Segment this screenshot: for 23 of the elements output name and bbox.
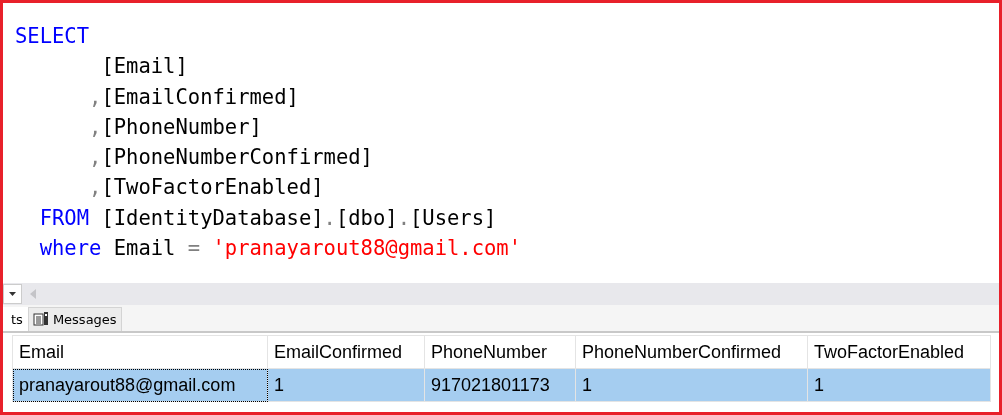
table-cell[interactable]: 1 — [807, 368, 991, 402]
table-cell[interactable]: 1 — [267, 368, 425, 402]
table-cell[interactable]: pranayarout88@gmail.com — [12, 368, 268, 402]
caret-icon — [9, 292, 16, 296]
results-tab[interactable]: Messages — [27, 306, 122, 331]
code-line: FROM [IdentityDatabase].[dbo].[Users] — [38, 204, 498, 232]
results-tab[interactable]: ts — [3, 306, 28, 331]
column-header: PhoneNumber — [424, 335, 576, 369]
code-line: SELECT — [15, 23, 91, 50]
dropdown-button[interactable] — [3, 284, 22, 304]
table-cell[interactable]: 1 — [575, 368, 808, 402]
code-line: [Email] — [100, 53, 189, 81]
code-line: ,[PhoneNumber] — [88, 113, 263, 141]
column-header: Email — [12, 335, 268, 369]
column-header: PhoneNumberConfirmed — [575, 335, 808, 369]
code-line: ,[EmailConfirmed] — [88, 83, 300, 111]
code-line: ,[TwoFactorEnabled] — [88, 174, 325, 202]
column-header: EmailConfirmed — [267, 335, 425, 369]
code-line: where Email = 'pranayarout88@gmail.com' — [38, 235, 523, 263]
document-icon — [32, 312, 49, 327]
column-header: TwoFactorEnabled — [807, 335, 991, 369]
table-cell[interactable]: 917021801173 — [424, 368, 576, 402]
code-line: ,[PhoneNumberConfirmed] — [88, 144, 374, 172]
